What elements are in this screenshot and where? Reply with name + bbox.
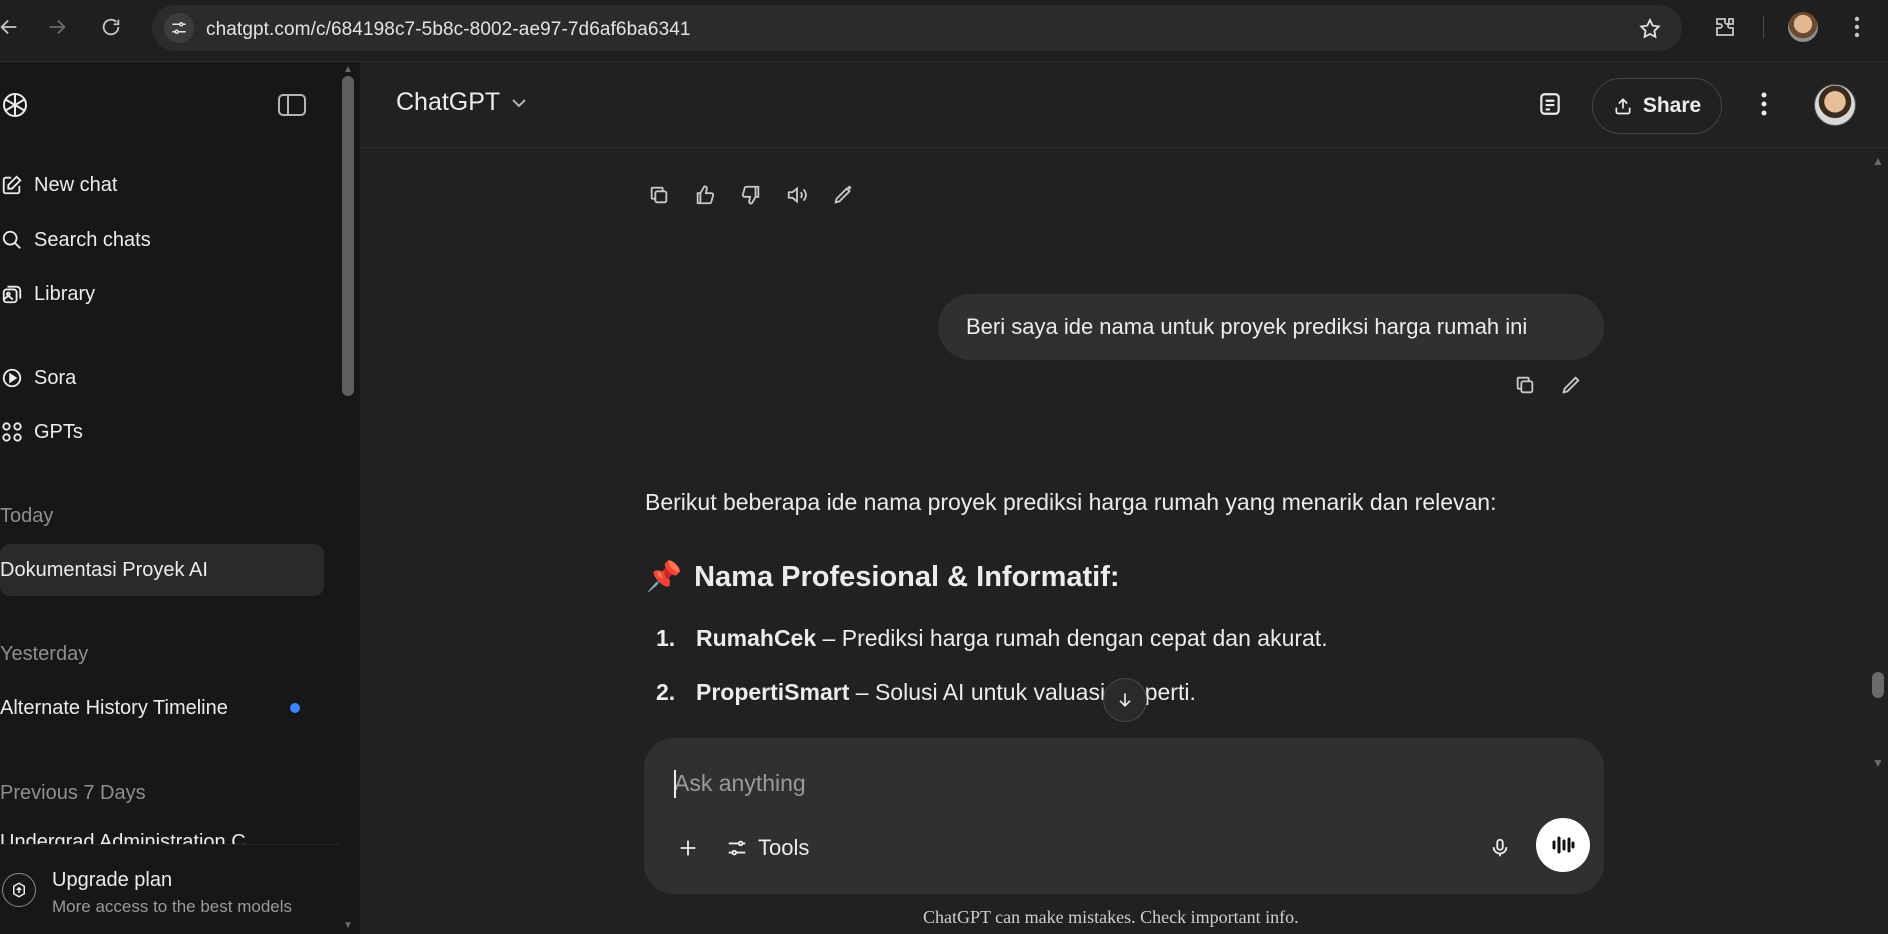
- scroll-to-bottom-button[interactable]: [1103, 678, 1147, 722]
- sidebar-library[interactable]: Library: [0, 275, 95, 313]
- copy-icon[interactable]: [1510, 370, 1540, 400]
- back-button[interactable]: [0, 12, 24, 42]
- sidebar-new-chat[interactable]: New chat: [0, 166, 117, 204]
- openai-logo-icon[interactable]: [0, 90, 30, 120]
- reload-button[interactable]: [96, 12, 126, 42]
- sidebar-item-label: Search chats: [34, 228, 151, 251]
- extensions-icon[interactable]: [1710, 12, 1740, 42]
- upgrade-plan-title: Upgrade plan: [52, 869, 173, 891]
- browser-profile-avatar[interactable]: [1788, 12, 1818, 42]
- pencil-square-icon: [0, 173, 24, 197]
- microphone-icon: [1492, 838, 1508, 857]
- browser-toolbar: chatgpt.com/c/684198c7-5b8c-8002-ae97-7d…: [0, 0, 1888, 62]
- more-options-icon[interactable]: [1744, 84, 1784, 124]
- main-scrollbar[interactable]: [1872, 672, 1884, 698]
- sliders-icon: [728, 840, 746, 856]
- chevron-down-icon: [510, 97, 528, 109]
- sidebar-scroll-down-icon[interactable]: ▼: [343, 921, 353, 931]
- edit-pencil-icon[interactable]: [1556, 370, 1586, 400]
- toggle-sidebar-icon[interactable]: [278, 93, 306, 117]
- chat-header: ChatGPT Share: [360, 62, 1888, 148]
- assistant-intro-text: Berikut beberapa ide nama proyek prediks…: [645, 489, 1497, 515]
- browser-menu-icon[interactable]: [1842, 12, 1872, 42]
- user-avatar[interactable]: [1814, 84, 1856, 126]
- share-label: Share: [1642, 94, 1702, 117]
- voice-mode-button[interactable]: [1536, 818, 1590, 872]
- chat-item-active[interactable]: Dokumentasi Proyek AI: [0, 544, 324, 596]
- user-message-text: Beri saya ide nama untuk proyek prediksi…: [966, 314, 1528, 339]
- sidebar-item-label: New chat: [34, 173, 118, 196]
- main-scroll-up-icon[interactable]: ▲: [1872, 155, 1884, 167]
- sidebar: New chat Search chats Library Sora GPTs …: [0, 62, 360, 934]
- list-item-desc: – Prediksi harga rumah dengan cepat dan …: [816, 625, 1328, 651]
- model-name: ChatGPT: [396, 88, 501, 116]
- search-icon: [0, 228, 24, 252]
- upgrade-plan-button[interactable]: Upgrade plan More access to the best mod…: [0, 844, 340, 934]
- toolbar-divider: [1763, 16, 1764, 38]
- unread-dot-icon: [290, 703, 300, 713]
- main-panel: ChatGPT Share Beri saya ide nama untuk p…: [360, 62, 1888, 934]
- bookmark-star-icon[interactable]: [1638, 17, 1662, 41]
- assistant-message-actions: [644, 180, 858, 210]
- pushpin-icon: 📌: [646, 561, 683, 593]
- chat-item-partial[interactable]: Undergrad Administration C...: [0, 832, 340, 844]
- read-aloud-icon[interactable]: [782, 180, 812, 210]
- sidebar-item-label: Library: [34, 282, 96, 305]
- edit-in-canvas-icon[interactable]: [828, 180, 858, 210]
- list-item: 1. RumahCek – Prediksi harga rumah dengan…: [656, 625, 1328, 652]
- text-caret: [674, 770, 676, 798]
- section-title-previous-7-days: Previous 7 Days: [0, 782, 146, 804]
- chat-item-label: Undergrad Administration C...: [0, 832, 263, 844]
- main-scroll-down-icon[interactable]: ▼: [1872, 757, 1884, 769]
- message-composer: Ask anything Tools: [644, 738, 1604, 894]
- address-bar[interactable]: chatgpt.com/c/684198c7-5b8c-8002-ae97-7d…: [152, 5, 1682, 51]
- sidebar-item-label: GPTs: [34, 420, 83, 443]
- thumbs-up-icon[interactable]: [690, 180, 720, 210]
- user-message-bubble: Beri saya ide nama untuk proyek prediksi…: [938, 294, 1604, 360]
- sidebar-sora[interactable]: Sora: [0, 359, 76, 397]
- list-item-name: RumahCek: [696, 625, 817, 651]
- tools-button[interactable]: Tools: [726, 830, 809, 866]
- voice-waveform-icon: [1552, 836, 1575, 854]
- share-button[interactable]: Share: [1592, 78, 1722, 134]
- sidebar-search-chats[interactable]: Search chats: [0, 221, 151, 259]
- model-selector[interactable]: ChatGPT: [396, 88, 528, 117]
- chat-item[interactable]: Alternate History Timeline: [0, 682, 324, 734]
- sidebar-gpts[interactable]: GPTs: [0, 413, 83, 451]
- list-number: 1.: [656, 625, 676, 651]
- grid-icon: [0, 420, 24, 444]
- prompt-input[interactable]: Ask anything: [674, 770, 806, 797]
- plus-icon: [680, 840, 696, 856]
- add-attachment-button[interactable]: [670, 830, 706, 866]
- chat-item-label: Alternate History Timeline: [0, 696, 228, 719]
- sidebar-item-label: Sora: [34, 366, 77, 389]
- upgrade-badge-icon: [2, 873, 36, 907]
- upload-icon: [1615, 98, 1631, 115]
- tools-label: Tools: [758, 835, 810, 860]
- chat-item-label: Dokumentasi Proyek AI: [0, 558, 208, 581]
- play-circle-icon: [0, 366, 24, 390]
- arrow-down-icon: [1119, 693, 1131, 708]
- assistant-heading: 📌 Nama Profesional & Informatif:: [646, 560, 1120, 594]
- canvas-document-icon[interactable]: [1530, 84, 1570, 124]
- url-text: chatgpt.com/c/684198c7-5b8c-8002-ae97-7d…: [206, 19, 691, 40]
- list-number: 2.: [656, 679, 676, 705]
- sidebar-scroll-up-icon[interactable]: ▲: [343, 65, 353, 75]
- library-icon: [0, 282, 24, 306]
- disclaimer-text: ChatGPT can make mistakes. Check importa…: [923, 907, 1299, 927]
- forward-button[interactable]: [42, 12, 72, 42]
- upgrade-plan-subtitle: More access to the best models: [52, 897, 293, 916]
- heading-text: Nama Profesional & Informatif:: [694, 560, 1120, 593]
- section-title-yesterday: Yesterday: [0, 643, 89, 665]
- copy-icon[interactable]: [644, 180, 674, 210]
- section-title-today: Today: [0, 505, 54, 527]
- list-item-name: PropertiSmart: [696, 679, 850, 705]
- thumbs-down-icon[interactable]: [736, 180, 766, 210]
- user-message-actions: [1510, 370, 1586, 400]
- site-settings-icon[interactable]: [164, 13, 194, 43]
- dictate-button[interactable]: [1482, 830, 1518, 866]
- sidebar-scrollbar[interactable]: [342, 76, 354, 396]
